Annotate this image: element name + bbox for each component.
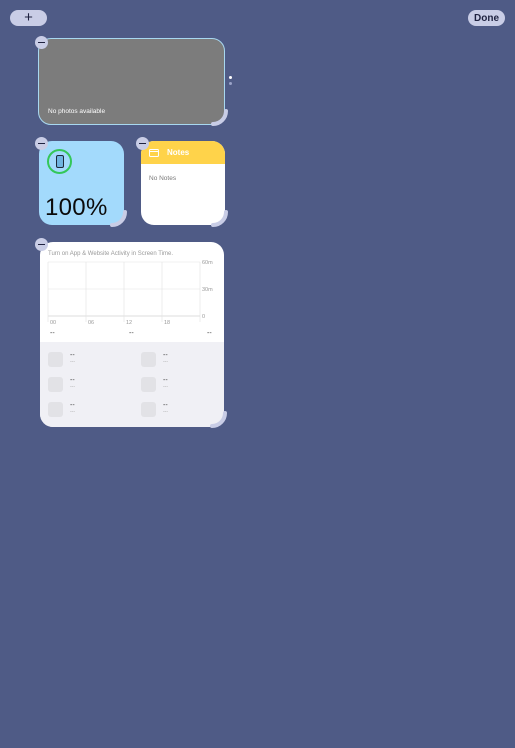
app-name: -- [163,402,168,409]
app-name: -- [70,377,75,384]
x-tick-label: 00 [50,320,56,326]
app-name: -- [163,377,168,384]
summary-value: -- [50,330,55,337]
add-widget-button[interactable]: + [10,10,47,26]
app-time: --- [70,384,75,390]
y-tick-label: 0 [202,314,205,320]
page-dot-active [229,76,232,79]
app-icon [141,352,156,367]
app-name: -- [70,402,75,409]
remove-screen-time-widget-button[interactable] [35,238,48,251]
y-tick-label: 30m [202,287,213,293]
photos-widget[interactable]: No photos available [38,38,225,125]
app-usage-list: -- --- -- --- -- --- -- --- -- --- -- --- [40,342,224,427]
notes-empty-label: No Notes [149,175,177,182]
x-tick-label: 12 [126,320,132,326]
resize-handle-icon[interactable] [211,109,228,126]
folder-icon [149,148,159,157]
app-time: --- [163,409,168,415]
summary-value: -- [207,330,212,337]
list-item: -- --- [48,377,75,392]
app-name: -- [163,352,168,359]
resize-handle-icon[interactable] [210,411,227,428]
app-name: -- [70,352,75,359]
list-item: -- --- [141,377,168,392]
screen-time-widget[interactable]: Turn on App & Website Activity in Screen… [40,242,224,427]
remove-photos-widget-button[interactable] [35,36,48,49]
done-button[interactable]: Done [468,10,505,26]
app-time: --- [163,384,168,390]
summary-value: -- [129,330,134,337]
list-item: -- --- [141,352,168,367]
notes-header: Notes [141,141,225,164]
usage-chart: 60m30m000 06 12 18 [47,260,213,326]
resize-handle-icon[interactable] [110,210,127,227]
app-icon [48,377,63,392]
app-time: --- [163,359,168,365]
app-icon [48,402,63,417]
page-indicator [229,76,232,88]
app-time: --- [70,409,75,415]
notes-title: Notes [167,148,190,157]
ipad-icon [55,155,64,168]
list-item: -- --- [141,402,168,417]
battery-ring [47,149,72,174]
x-tick-label: 18 [164,320,170,326]
app-time: --- [70,359,75,365]
list-item: -- --- [48,352,75,367]
app-icon [48,352,63,367]
y-tick-label: 60m [202,260,213,266]
resize-handle-icon[interactable] [211,210,228,227]
app-icon [141,402,156,417]
app-icon [141,377,156,392]
battery-percent: 100% [45,194,108,221]
x-tick-label: 06 [88,320,94,326]
remove-notes-widget-button[interactable] [136,137,149,150]
page-dot [229,82,232,85]
photos-empty-label: No photos available [48,108,106,115]
remove-battery-widget-button[interactable] [35,137,48,150]
list-item: -- --- [48,402,75,417]
